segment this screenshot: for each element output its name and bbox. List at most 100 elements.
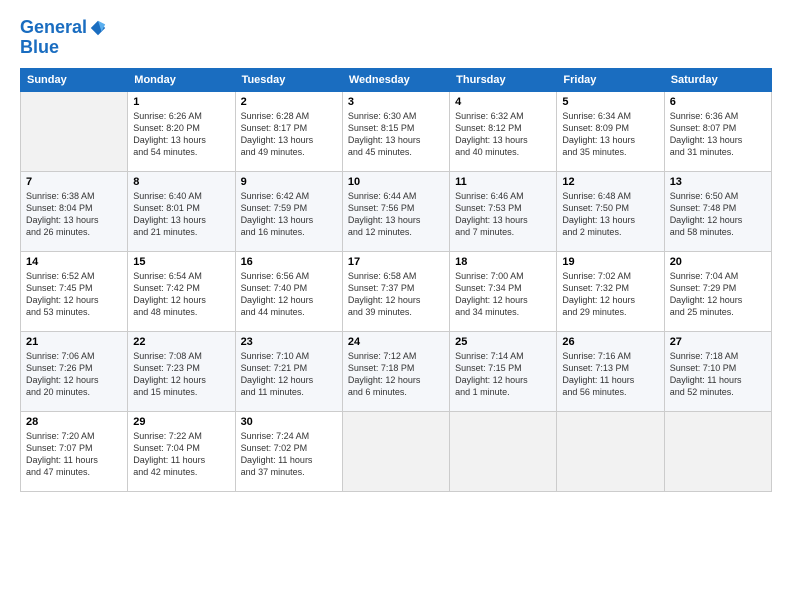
day-info: Sunrise: 7:10 AM Sunset: 7:21 PM Dayligh… [241,350,337,399]
day-info: Sunrise: 6:42 AM Sunset: 7:59 PM Dayligh… [241,190,337,239]
day-cell: 29 Sunrise: 7:22 AM Sunset: 7:04 PM Dayli… [128,411,235,491]
day-info: Sunrise: 6:32 AM Sunset: 8:12 PM Dayligh… [455,110,551,159]
day-info: Sunrise: 7:24 AM Sunset: 7:02 PM Dayligh… [241,430,337,479]
day-number: 23 [241,336,337,348]
day-number: 24 [348,336,444,348]
day-cell: 17 Sunrise: 6:58 AM Sunset: 7:37 PM Dayli… [342,251,449,331]
day-number: 28 [26,416,122,428]
day-info: Sunrise: 6:50 AM Sunset: 7:48 PM Dayligh… [670,190,766,239]
day-number: 18 [455,256,551,268]
week-row-1: 1 Sunrise: 6:26 AM Sunset: 8:20 PM Daylig… [21,91,772,171]
day-info: Sunrise: 6:52 AM Sunset: 7:45 PM Dayligh… [26,270,122,319]
day-info: Sunrise: 7:20 AM Sunset: 7:07 PM Dayligh… [26,430,122,479]
day-info: Sunrise: 6:44 AM Sunset: 7:56 PM Dayligh… [348,190,444,239]
day-cell: 14 Sunrise: 6:52 AM Sunset: 7:45 PM Dayli… [21,251,128,331]
day-number: 25 [455,336,551,348]
day-cell: 5 Sunrise: 6:34 AM Sunset: 8:09 PM Daylig… [557,91,664,171]
day-number: 5 [562,96,658,108]
day-cell [450,411,557,491]
day-cell: 30Sunrise: 7:24 AM Sunset: 7:02 PM Dayli… [235,411,342,491]
day-info: Sunrise: 6:56 AM Sunset: 7:40 PM Dayligh… [241,270,337,319]
day-cell: 20 Sunrise: 7:04 AM Sunset: 7:29 PM Dayli… [664,251,771,331]
day-info: Sunrise: 7:06 AM Sunset: 7:26 PM Dayligh… [26,350,122,399]
day-info: Sunrise: 6:58 AM Sunset: 7:37 PM Dayligh… [348,270,444,319]
day-cell: 10 Sunrise: 6:44 AM Sunset: 7:56 PM Dayli… [342,171,449,251]
day-number: 14 [26,256,122,268]
day-info: Sunrise: 7:14 AM Sunset: 7:15 PM Dayligh… [455,350,551,399]
day-number: 13 [670,176,766,188]
day-cell [21,91,128,171]
day-info: Sunrise: 6:36 AM Sunset: 8:07 PM Dayligh… [670,110,766,159]
day-cell: 21 Sunrise: 7:06 AM Sunset: 7:26 PM Dayli… [21,331,128,411]
day-cell: 6Sunrise: 6:36 AM Sunset: 8:07 PM Daylig… [664,91,771,171]
day-info: Sunrise: 6:54 AM Sunset: 7:42 PM Dayligh… [133,270,229,319]
day-header-wednesday: Wednesday [342,68,449,91]
day-info: Sunrise: 6:26 AM Sunset: 8:20 PM Dayligh… [133,110,229,159]
day-number: 20 [670,256,766,268]
day-number: 19 [562,256,658,268]
calendar-table: SundayMondayTuesdayWednesdayThursdayFrid… [20,68,772,492]
day-number: 15 [133,256,229,268]
day-info: Sunrise: 6:48 AM Sunset: 7:50 PM Dayligh… [562,190,658,239]
day-cell: 8 Sunrise: 6:40 AM Sunset: 8:01 PM Daylig… [128,171,235,251]
day-cell: 25 Sunrise: 7:14 AM Sunset: 7:15 PM Dayli… [450,331,557,411]
day-number: 9 [241,176,337,188]
week-row-2: 7 Sunrise: 6:38 AM Sunset: 8:04 PM Daylig… [21,171,772,251]
day-header-saturday: Saturday [664,68,771,91]
day-number: 12 [562,176,658,188]
day-cell: 2Sunrise: 6:28 AM Sunset: 8:17 PM Daylig… [235,91,342,171]
logo: General Blue [20,18,107,58]
day-number: 17 [348,256,444,268]
day-number: 21 [26,336,122,348]
day-info: Sunrise: 7:22 AM Sunset: 7:04 PM Dayligh… [133,430,229,479]
day-number: 16 [241,256,337,268]
day-cell: 23 Sunrise: 7:10 AM Sunset: 7:21 PM Dayli… [235,331,342,411]
day-cell: 19 Sunrise: 7:02 AM Sunset: 7:32 PM Dayli… [557,251,664,331]
day-number: 10 [348,176,444,188]
day-number: 8 [133,176,229,188]
day-cell: 16 Sunrise: 6:56 AM Sunset: 7:40 PM Dayli… [235,251,342,331]
day-cell: 11 Sunrise: 6:46 AM Sunset: 7:53 PM Dayli… [450,171,557,251]
day-info: Sunrise: 6:46 AM Sunset: 7:53 PM Dayligh… [455,190,551,239]
day-cell [664,411,771,491]
day-cell: 4 Sunrise: 6:32 AM Sunset: 8:12 PM Daylig… [450,91,557,171]
day-header-monday: Monday [128,68,235,91]
day-cell: 9 Sunrise: 6:42 AM Sunset: 7:59 PM Daylig… [235,171,342,251]
day-number: 4 [455,96,551,108]
day-info: Sunrise: 7:18 AM Sunset: 7:10 PM Dayligh… [670,350,766,399]
day-cell: 22Sunrise: 7:08 AM Sunset: 7:23 PM Dayli… [128,331,235,411]
day-info: Sunrise: 6:30 AM Sunset: 8:15 PM Dayligh… [348,110,444,159]
calendar-header: SundayMondayTuesdayWednesdayThursdayFrid… [21,68,772,91]
day-info: Sunrise: 6:40 AM Sunset: 8:01 PM Dayligh… [133,190,229,239]
logo-text-blue: Blue [20,38,107,58]
day-number: 11 [455,176,551,188]
calendar-body: 1 Sunrise: 6:26 AM Sunset: 8:20 PM Daylig… [21,91,772,491]
day-info: Sunrise: 7:00 AM Sunset: 7:34 PM Dayligh… [455,270,551,319]
day-info: Sunrise: 7:08 AM Sunset: 7:23 PM Dayligh… [133,350,229,399]
day-cell: 13 Sunrise: 6:50 AM Sunset: 7:48 PM Dayli… [664,171,771,251]
week-row-3: 14 Sunrise: 6:52 AM Sunset: 7:45 PM Dayli… [21,251,772,331]
day-info: Sunrise: 7:04 AM Sunset: 7:29 PM Dayligh… [670,270,766,319]
day-cell: 28 Sunrise: 7:20 AM Sunset: 7:07 PM Dayli… [21,411,128,491]
day-number: 7 [26,176,122,188]
logo-text: General [20,18,87,38]
day-cell: 26Sunrise: 7:16 AM Sunset: 7:13 PM Dayli… [557,331,664,411]
day-info: Sunrise: 6:38 AM Sunset: 8:04 PM Dayligh… [26,190,122,239]
day-info: Sunrise: 6:34 AM Sunset: 8:09 PM Dayligh… [562,110,658,159]
day-number: 1 [133,96,229,108]
day-number: 29 [133,416,229,428]
day-number: 3 [348,96,444,108]
day-cell: 7 Sunrise: 6:38 AM Sunset: 8:04 PM Daylig… [21,171,128,251]
day-info: Sunrise: 7:02 AM Sunset: 7:32 PM Dayligh… [562,270,658,319]
day-info: Sunrise: 7:16 AM Sunset: 7:13 PM Dayligh… [562,350,658,399]
day-header-thursday: Thursday [450,68,557,91]
day-number: 2 [241,96,337,108]
day-number: 27 [670,336,766,348]
day-info: Sunrise: 7:12 AM Sunset: 7:18 PM Dayligh… [348,350,444,399]
week-row-4: 21 Sunrise: 7:06 AM Sunset: 7:26 PM Dayli… [21,331,772,411]
day-cell: 24 Sunrise: 7:12 AM Sunset: 7:18 PM Dayli… [342,331,449,411]
day-cell: 1 Sunrise: 6:26 AM Sunset: 8:20 PM Daylig… [128,91,235,171]
page-header: General Blue [20,18,772,58]
week-row-5: 28 Sunrise: 7:20 AM Sunset: 7:07 PM Dayli… [21,411,772,491]
day-header-tuesday: Tuesday [235,68,342,91]
